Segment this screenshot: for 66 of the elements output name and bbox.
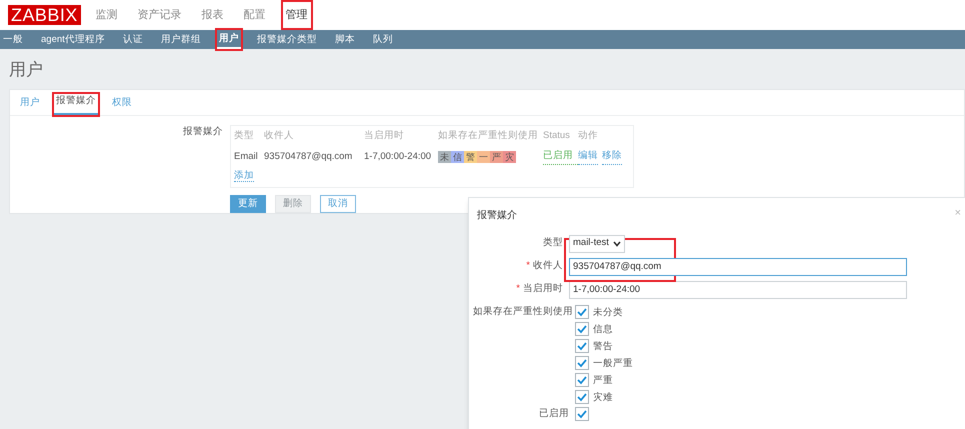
column-header: 当启用时	[364, 129, 405, 143]
menu-item[interactable]: 监测	[92, 2, 121, 28]
submenu-item[interactable]: 用户群组	[158, 31, 203, 48]
page-title: 用户	[8, 59, 44, 81]
checkbox-label: 信息	[593, 322, 613, 336]
checkbox-label: 警告	[593, 340, 613, 352]
severity-tag: 灾	[503, 150, 516, 163]
field-label: 当启用时	[523, 282, 563, 296]
submenu-item[interactable]: 报警媒介类型	[254, 31, 319, 48]
checkbox-label: 灾难	[593, 390, 613, 404]
field-label: 收件人	[533, 259, 563, 274]
recipient-field[interactable]: 935704787@qq.com	[569, 258, 907, 276]
checkbox[interactable]	[575, 322, 589, 336]
status-link[interactable]: 已启用	[543, 149, 578, 164]
tab[interactable]: 报警媒介	[54, 94, 98, 115]
field-label: 已启用	[538, 408, 570, 420]
logo[interactable]: ZABBIX	[8, 5, 81, 25]
submenu-item[interactable]: 队列	[370, 31, 395, 48]
when-active-field[interactable]: 1-7,00:00-24:00	[569, 280, 907, 298]
column-header: Status	[543, 129, 571, 143]
checkbox[interactable]	[575, 407, 589, 421]
column-header: 收件人	[264, 129, 295, 143]
add-link[interactable]: 添加	[234, 170, 254, 182]
form-button[interactable]: 删除	[275, 194, 311, 213]
type-select[interactable]: mail-test	[569, 234, 625, 252]
action-link[interactable]: 编辑	[578, 149, 598, 164]
chevron-down-icon	[612, 240, 621, 246]
field-label: 类型	[542, 236, 564, 250]
checkbox[interactable]	[575, 390, 589, 404]
field-label: 如果存在严重性则使用	[472, 305, 574, 319]
severity-tag: 一	[477, 150, 490, 163]
field-label: 报警媒介	[182, 125, 224, 139]
form-button[interactable]: 更新	[230, 194, 266, 213]
submenu-item[interactable]: 一般	[0, 31, 25, 48]
checkbox[interactable]	[575, 305, 589, 319]
submenu-item[interactable]: 脚本	[332, 31, 357, 48]
form-button[interactable]: 取消	[320, 194, 356, 213]
checkbox-label: 严重	[593, 374, 613, 386]
menu-item[interactable]: 报表	[198, 2, 227, 28]
tab[interactable]: 用户	[18, 96, 42, 115]
menu-item[interactable]: 配置	[240, 2, 269, 28]
submenu-item[interactable]: 认证	[120, 31, 145, 48]
menu-item[interactable]: 管理	[282, 2, 311, 28]
column-header: 如果存在严重性则使用	[438, 129, 539, 143]
severity-tag: 信	[451, 150, 464, 163]
required-mark: *	[526, 259, 530, 274]
submenu-item[interactable]: 用户	[216, 30, 241, 49]
table-cell-text: 935704787@qq.com	[264, 150, 354, 164]
dialog-title: 报警媒介	[477, 208, 517, 223]
checkbox-label: 一般严重	[593, 356, 633, 370]
tab[interactable]: 权限	[110, 96, 134, 115]
severity-tag: 警	[464, 150, 477, 163]
table-cell-text: 1-7,00:00-24:00	[364, 150, 432, 164]
column-header: 动作	[578, 129, 599, 143]
checkbox-label: 未分类	[593, 306, 623, 318]
severity-tag: 严	[490, 150, 503, 163]
checkbox[interactable]	[575, 339, 589, 353]
table-cell-text: Email	[234, 150, 259, 164]
required-mark: *	[516, 282, 520, 296]
checkbox[interactable]	[575, 373, 589, 387]
submenu-item[interactable]: agent代理程序	[39, 31, 107, 48]
checkbox[interactable]	[575, 356, 589, 370]
column-header: 类型	[234, 129, 255, 143]
action-link[interactable]: 移除	[602, 149, 622, 164]
menu-item[interactable]: 资产记录	[134, 2, 185, 28]
severity-tag: 未	[438, 150, 451, 163]
